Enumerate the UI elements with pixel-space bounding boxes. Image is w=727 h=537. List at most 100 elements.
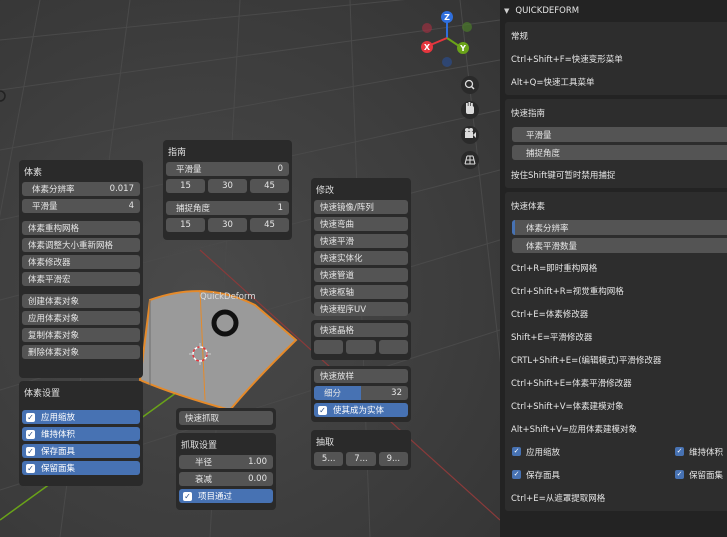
quick-bend-button[interactable]: 快速弯曲 (314, 217, 408, 231)
quick-grab-panel: 快速抓取 (176, 408, 276, 430)
guide-smooth-value: 0 (277, 164, 283, 174)
collapse-arrow-icon[interactable]: ▼ (504, 7, 509, 15)
guide-smooth-30-button[interactable]: 30 (208, 179, 247, 193)
voxel-resolution-label: 体素分辨率 (526, 223, 569, 234)
grab-settings-title: 抓取设置 (181, 441, 218, 451)
voxel-smooth-label: 平滑量 (32, 202, 58, 212)
shortcut-text: Ctrl+Shift+F=快速变形菜单 (511, 54, 623, 65)
voxel-resolution-label: 体素分辨率 (32, 185, 75, 195)
grab-falloff-field[interactable]: 衰减 0.00 (179, 472, 273, 486)
modify-panel: 修改 快速镜像/阵列 快速弯曲 快速平滑 快速实体化 快速管道 快速枢轴 快速程… (311, 178, 411, 316)
slider-fill (512, 220, 515, 235)
quick-pivot-button[interactable]: 快速枢轴 (314, 285, 408, 299)
voxel-smooth-macro-button[interactable]: 体素平滑宏 (22, 272, 140, 286)
lattice-option-2-button[interactable] (346, 340, 376, 354)
check-icon: ✓ (675, 447, 684, 456)
sidebar-check-row: ✓ 保存面具 ✓ 保留面集 (505, 463, 727, 486)
voxel-resize-remesh-button[interactable]: 体素调整大小重新网格 (22, 238, 140, 252)
sidebar-header[interactable]: ▼ QUICKDEFORM (500, 0, 727, 22)
guide-panel: 指南 平滑量 0 15 30 45 捕捉角度 1 15 30 45 (163, 140, 292, 240)
check-icon: ✓ (675, 470, 684, 479)
extract-5-button[interactable]: 5... (314, 452, 344, 466)
quick-mirror-array-button[interactable]: 快速镜像/阵列 (314, 200, 408, 214)
camera-icon[interactable] (461, 126, 479, 144)
grab-radius-field[interactable]: 半径 1.00 (179, 455, 273, 469)
shortcut-text: Ctrl+Shift+V=体素建模对象 (511, 401, 624, 412)
snap-angle-field[interactable]: 捕捉角度 1 (166, 201, 289, 215)
subdivision-field[interactable]: 细分 32 (314, 386, 408, 400)
shortcut-text: CRTL+Shift+E=(编辑模式)平滑修改器 (511, 355, 662, 366)
preserve-mask-checkbox[interactable]: ✓ 保存面具 (22, 444, 140, 458)
voxel-settings-panel: 体素设置 ✓ 应用缩放 ✓ 维持体积 ✓ 保存面具 ✓ 保留面集 (19, 381, 143, 486)
snap-15-button[interactable]: 15 (166, 218, 205, 232)
check-icon: ✓ (183, 491, 192, 501)
sidebar-preserve-mask-checkbox[interactable]: ✓ 保存面具 (512, 469, 675, 481)
quickdeform-mesh[interactable] (138, 290, 298, 412)
extract-panel: 抽取 5... 7... 9... (311, 430, 411, 470)
gizmo-y-label: Y (459, 44, 466, 53)
keep-volume-checkbox[interactable]: ✓ 维持体积 (22, 427, 140, 441)
guide-smooth-45-button[interactable]: 45 (250, 179, 289, 193)
quick-loft-button[interactable]: 快速放样 (314, 369, 408, 383)
project-through-checkbox[interactable]: ✓ 项目通过 (179, 489, 273, 503)
shortcut-text: Ctrl+Shift+R=视觉重构网格 (511, 286, 624, 297)
sidebar-keep-volume-checkbox[interactable]: ✓ 维持体积 (675, 446, 723, 458)
hand-icon[interactable] (461, 101, 479, 119)
voxel-smooth-count-button[interactable]: 体素平滑数量 (512, 238, 727, 253)
voxel-resolution-field[interactable]: 体素分辨率 0.017 (22, 182, 140, 196)
create-voxel-object-button[interactable]: 创建体素对象 (22, 294, 140, 308)
shortcut-text: Ctrl+E=从遮罩提取网格 (511, 493, 606, 504)
check-icon: ✓ (26, 412, 35, 422)
object-label: QuickDeform (200, 292, 256, 302)
quick-voxel-title: 快速体素 (511, 201, 546, 212)
lattice-option-3-button[interactable] (378, 340, 408, 354)
gizmo-z-label: Z (444, 13, 450, 22)
preserve-mask-label: 保存面具 (41, 447, 76, 457)
sidebar-header-label: QUICKDEFORM (515, 6, 580, 16)
extract-9-button[interactable]: 9... (378, 452, 408, 466)
subdivision-label: 细分 (324, 389, 342, 399)
gizmo-x-label: X (424, 43, 431, 52)
grab-falloff-label: 衰减 (195, 475, 213, 485)
voxel-panel: 体素 体素分辨率 0.017 平滑量 4 体素重构网格 体素调整大小重新网格 体… (19, 160, 143, 378)
voxel-smooth-field[interactable]: 平滑量 4 (22, 199, 140, 213)
quick-guide-section: 快速指南 平滑量 捕捉角度 按住Shift键可暂时禁用捕捉 (505, 99, 727, 188)
guide-smooth-label: 平滑量 (176, 165, 202, 175)
voxel-modifier-button[interactable]: 体素修改器 (22, 255, 140, 269)
shortcut-text: Ctrl+Shift+E=体素平滑修改器 (511, 378, 632, 389)
quick-voxel-section: 快速体素 体素分辨率 体素平滑数量 Ctrl+R=即时重构网格 Ctrl+Shi… (505, 192, 727, 511)
quick-solidify-button[interactable]: 快速实体化 (314, 251, 408, 265)
quick-procedural-uv-button[interactable]: 快速程序UV (314, 302, 408, 316)
guide-smooth-15-button[interactable]: 15 (166, 179, 205, 193)
guide-snap-angle-button[interactable]: 捕捉角度 (512, 145, 727, 160)
sidebar-preserve-face-sets-checkbox[interactable]: ✓ 保留面集 (675, 469, 723, 481)
quick-lattice-button[interactable]: 快速晶格 (314, 323, 408, 337)
snap-30-button[interactable]: 30 (208, 218, 247, 232)
grab-radius-label: 半径 (195, 458, 213, 468)
grab-settings-panel: 抓取设置 半径 1.00 衰减 0.00 ✓ 项目通过 (176, 433, 276, 510)
grid-icon[interactable] (461, 151, 479, 169)
guide-panel-title: 指南 (168, 148, 187, 158)
voxel-remesh-button[interactable]: 体素重构网格 (22, 221, 140, 235)
zoom-icon[interactable] (461, 76, 479, 94)
sidebar-apply-scale-checkbox[interactable]: ✓ 应用缩放 (512, 446, 675, 458)
snap-45-button[interactable]: 45 (250, 218, 289, 232)
preserve-face-sets-checkbox[interactable]: ✓ 保留面集 (22, 461, 140, 475)
apply-voxel-object-button[interactable]: 应用体素对象 (22, 311, 140, 325)
3d-viewport[interactable]: Z Y X QuickDeform 体素 体素分辨率 0.017 平滑量 4 体… (0, 0, 500, 537)
lattice-panel: 快速晶格 (311, 320, 411, 360)
make-solid-checkbox[interactable]: ✓ 使其成为实体 (314, 403, 408, 417)
snap-angle-label: 捕捉角度 (176, 204, 211, 214)
lattice-option-1-button[interactable] (314, 340, 344, 354)
apply-scale-checkbox[interactable]: ✓ 应用缩放 (22, 410, 140, 424)
quick-grab-button[interactable]: 快速抓取 (179, 411, 273, 425)
sidebar-voxel-resolution-slider[interactable]: 体素分辨率 (512, 220, 727, 235)
extract-7-button[interactable]: 7... (346, 452, 376, 466)
quick-pipe-button[interactable]: 快速管道 (314, 268, 408, 282)
guide-smooth-field[interactable]: 平滑量 0 (166, 162, 289, 176)
shortcut-text: Alt+Shift+V=应用体素建模对象 (511, 424, 638, 435)
copy-voxel-object-button[interactable]: 复制体素对象 (22, 328, 140, 342)
quick-smooth-button[interactable]: 快速平滑 (314, 234, 408, 248)
delete-voxel-object-button[interactable]: 删除体素对象 (22, 345, 140, 359)
guide-smooth-button[interactable]: 平滑量 (512, 127, 727, 142)
